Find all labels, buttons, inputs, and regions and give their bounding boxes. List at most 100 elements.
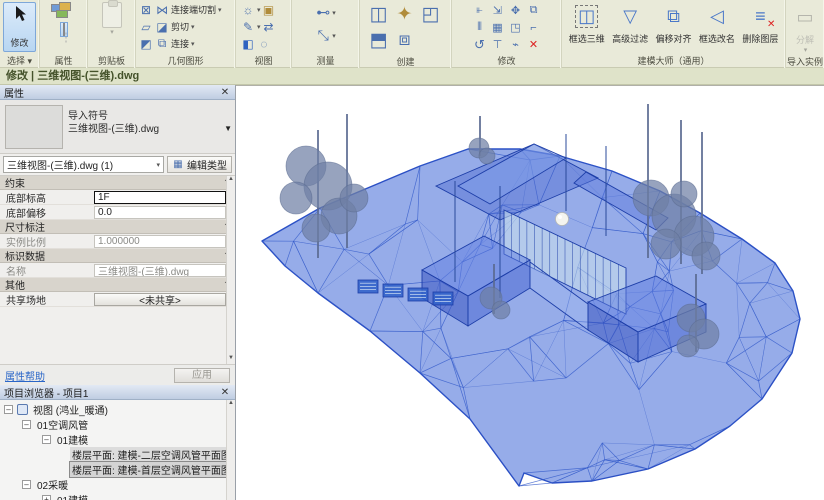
browser-scrollbar[interactable]: ▲: [226, 400, 235, 500]
chevron-down-icon: ▾: [156, 161, 160, 169]
scroll-down-icon[interactable]: ▼: [227, 355, 235, 364]
expand-icon[interactable]: –: [22, 420, 31, 429]
properties-close-icon[interactable]: ✕: [219, 87, 231, 98]
cope-row[interactable]: ⊠ ⋈ 连接端切割▾: [138, 1, 222, 18]
box-select-3d-button[interactable]: ◫ 框选三维: [565, 1, 608, 45]
tree-node-views[interactable]: – 视图 (鸿业_暖通): [0, 402, 226, 417]
ribbon-panel-import: ▭ 分解 ▾ 导入实例: [786, 0, 824, 68]
prop-row-name: 名称 三维视图-(三维).dwg: [0, 263, 235, 278]
type-selector-row: 三维视图-(三维).dwg (1) ▾ ▦ 编辑类型: [0, 154, 235, 176]
panel-label-properties: 属性: [40, 55, 87, 68]
expand-icon[interactable]: –: [42, 435, 51, 444]
create-group-icon[interactable]: ⧈: [393, 28, 417, 52]
preview-expander-icon[interactable]: ▼: [224, 124, 232, 133]
cut-geometry-icon: ◪: [154, 19, 170, 35]
left-column: 属性 ✕ 导入符号 三维视图-(三维).dwg ▼ 三维视图-(三维).dwg …: [0, 85, 236, 500]
section-constraints[interactable]: 约束⌃: [0, 176, 235, 190]
dimension-icon[interactable]: ⤡: [315, 28, 331, 44]
panel-label-measure: 测量: [292, 55, 359, 68]
section-dimensions[interactable]: 尺寸标注⌃: [0, 220, 235, 234]
tree-node-modeling2[interactable]: + 01建模: [0, 492, 226, 500]
split-icon[interactable]: ⌁: [507, 36, 525, 53]
ribbon-panel-view: ☼▾ ▣ ✎▾ ⇄ ◧ ◌ 视图: [236, 0, 292, 68]
ribbon-panel-master: ◫ 框选三维 ▽ 高级过滤 ⧉ 偏移对齐 ◁ 框选改名 ≡✕ 删除图层 建模大师…: [562, 0, 786, 68]
3d-wireframe-view: [236, 86, 824, 500]
ribbon-panel-select: 修改 选择 ▾: [0, 0, 40, 68]
apply-button[interactable]: 应用: [174, 368, 230, 383]
create-assembly-icon[interactable]: ⬒: [367, 28, 391, 52]
expand-icon[interactable]: –: [4, 405, 13, 414]
drawing-area[interactable]: [236, 85, 824, 500]
paste-icon[interactable]: [102, 2, 122, 28]
properties-palette-button[interactable]: [60, 22, 68, 37]
base-level-field[interactable]: 1F: [94, 191, 226, 204]
advanced-filter-button[interactable]: ▽ 高级过滤: [608, 1, 651, 45]
paintbrush-icon[interactable]: ◧: [240, 36, 256, 52]
align-icon[interactable]: ⫦: [471, 2, 489, 19]
panel-label-create: 创建: [360, 56, 451, 68]
cope-icon: ⊠: [138, 2, 154, 18]
edit-type-icon: ▦: [172, 159, 184, 171]
graphics-icon[interactable]: ▣: [261, 2, 277, 18]
base-offset-field[interactable]: 0.0: [94, 206, 226, 219]
magnifier-icon[interactable]: ◌: [256, 36, 272, 52]
section-identity[interactable]: 标识数据⌃: [0, 249, 235, 263]
lightbulb-icon[interactable]: ☼: [240, 2, 256, 18]
ruler-icon[interactable]: ⊷: [315, 5, 331, 21]
ribbon-panel-geometry: ⊠ ⋈ 连接端切割▾ ▱ ◪ 剪切▾ ◩ ⧉ 连接▾ 几何图形: [136, 0, 236, 68]
box-rename-button[interactable]: ◁ 框选改名: [695, 1, 738, 45]
scroll-up-icon[interactable]: ▲: [227, 176, 235, 185]
join-icon: ⧉: [154, 36, 170, 52]
legend-component-icon[interactable]: ◫: [367, 2, 391, 26]
section-other[interactable]: 其他⌃: [0, 278, 235, 292]
copy-modify-icon[interactable]: ⧉: [525, 2, 543, 19]
delete-icon[interactable]: ✕: [525, 36, 543, 53]
preview-subtitle: 三维视图-(三维).dwg: [68, 123, 235, 136]
scroll-up-icon[interactable]: ▲: [227, 400, 235, 409]
linework-icon[interactable]: ✎: [240, 19, 256, 35]
edit-type-button[interactable]: ▦ 编辑类型: [167, 156, 232, 173]
offset-align-button[interactable]: ⧉ 偏移对齐: [652, 1, 695, 45]
scale-icon[interactable]: ◳: [507, 19, 525, 36]
panel-label-select[interactable]: 选择 ▾: [0, 55, 39, 68]
expand-icon[interactable]: +: [42, 495, 51, 500]
cut-row[interactable]: ▱ ◪ 剪切▾: [138, 18, 195, 35]
move-icon[interactable]: ✥: [507, 2, 525, 19]
prop-row-base-level: 底部标高 1F: [0, 190, 235, 205]
tree-leaf-plan-1f[interactable]: 楼层平面: 建模-首层空调风管平面图: [0, 462, 226, 477]
expand-icon[interactable]: –: [22, 480, 31, 489]
browser-close-icon[interactable]: ✕: [219, 387, 231, 398]
array-icon[interactable]: ▦: [489, 19, 507, 36]
paste-dropdown-arrow[interactable]: ▾: [110, 28, 114, 36]
create-part-icon[interactable]: ◰: [419, 2, 443, 26]
join-row[interactable]: ◩ ⧉ 连接▾: [138, 35, 195, 52]
type-preview: 导入符号 三维视图-(三维).dwg ▼: [0, 100, 235, 154]
tree-node-modeling1[interactable]: – 01建模: [0, 432, 226, 447]
create-component-icon[interactable]: ✦: [393, 2, 417, 26]
ribbon: 修改 选择 ▾ 属性 ▾ 剪贴板 ⊠ ⋈ 连接端切割▾ ▱: [0, 0, 824, 68]
trim-icon[interactable]: ⌐: [525, 19, 543, 36]
explode-button[interactable]: ▭ 分解 ▾: [783, 2, 824, 54]
properties-help-link[interactable]: 属性帮助: [5, 368, 45, 383]
name-field: 三维视图-(三维).dwg: [94, 264, 226, 277]
browser-tree: – 视图 (鸿业_暖通) – 01空调风管 – 01建模 楼层平面: 建模-二层…: [0, 400, 226, 500]
browser-title: 项目浏览器 - 项目1: [4, 385, 219, 400]
offset-icon[interactable]: ⇲: [489, 2, 507, 19]
shared-site-button[interactable]: <未共享>: [94, 293, 226, 306]
panel-label-view: 视图: [236, 55, 291, 68]
rotate-icon[interactable]: ↺: [471, 36, 489, 53]
mirror-icon[interactable]: ⫴: [471, 19, 489, 36]
pin-icon[interactable]: ⊤: [489, 36, 507, 53]
instance-scale-field: 1.000000: [94, 235, 226, 248]
delete-layers-button[interactable]: ≡✕ 删除图层: [739, 1, 782, 45]
type-selector[interactable]: 三维视图-(三维).dwg (1) ▾: [3, 156, 164, 173]
modify-button[interactable]: 修改: [3, 2, 36, 52]
type-properties-icon[interactable]: [51, 2, 77, 20]
properties-palette-icon: [63, 23, 65, 36]
tree-node-duct[interactable]: – 01空调风管: [0, 417, 226, 432]
cutprofile-icon[interactable]: ⇄: [261, 19, 277, 35]
tree-node-heating[interactable]: – 02采暖: [0, 477, 226, 492]
properties-scrollbar[interactable]: ▲ ▼: [226, 176, 235, 364]
tree-leaf-plan-2f[interactable]: 楼层平面: 建模-二层空调风管平面图: [0, 447, 226, 462]
ribbon-panel-create: ◫ ✦ ◰ ⬒ ⧈ 创建: [360, 0, 452, 68]
